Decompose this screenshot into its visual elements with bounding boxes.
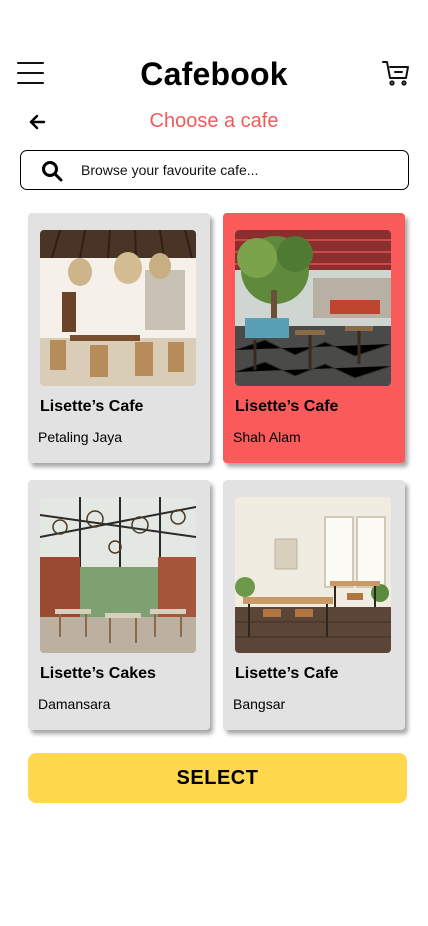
cart-icon[interactable] [381,58,411,88]
app-title: Cafebook [140,56,288,92]
select-button[interactable]: SELECT [28,753,407,803]
cafe-location: Petaling Jaya [38,429,123,445]
search-icon [41,160,63,182]
cafe-name: Lisette’s Cakes [40,665,156,682]
cafe-location: Bangsar [233,696,286,712]
cafe-card-selected[interactable]: Lisette’s Cafe Shah Alam [223,213,405,463]
cafe-name: Lisette’s Cafe [235,398,339,415]
page-subtitle: Choose a cafe [149,110,279,132]
cafe-card[interactable]: Lisette’s Cafe Petaling Jaya [28,213,210,463]
cafe-selection-screen: Cafebook Choose a cafe Browse your favou… [0,0,428,926]
cafe-photo [235,230,391,386]
cafe-location: Damansara [38,696,111,712]
cafe-card[interactable]: Lisette’s Cakes Damansara [28,480,210,730]
cafe-name: Lisette’s Cafe [40,398,144,415]
search-input[interactable] [81,151,401,189]
cafe-photo [40,230,196,386]
cafe-location: Shah Alam [233,429,301,445]
cafe-photo [40,497,196,653]
cafe-photo [235,497,391,653]
cafe-card[interactable]: Lisette’s Cafe Bangsar [223,480,405,730]
cafe-name: Lisette’s Cafe [235,665,339,682]
search-bar[interactable] [20,150,409,190]
